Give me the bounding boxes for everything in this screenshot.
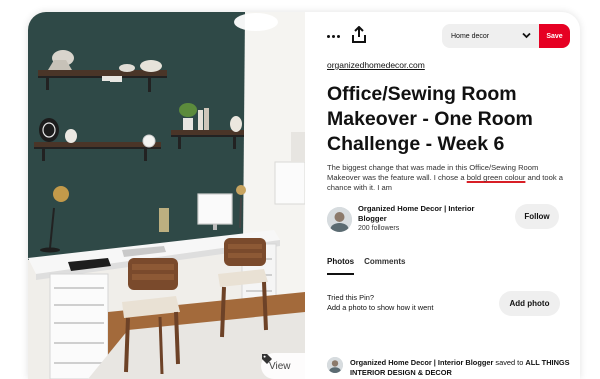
more-options-icon[interactable] — [327, 28, 341, 44]
pin-toolbar: Home decor Save — [305, 24, 580, 48]
pin-description: The biggest change that was made in this… — [327, 163, 563, 194]
pin-image[interactable]: View — [28, 12, 305, 379]
follow-button[interactable]: Follow — [515, 204, 559, 229]
add-photo-button[interactable]: Add photo — [499, 291, 560, 316]
board-select-value: Home decor — [451, 32, 490, 40]
save-activity: Organized Home Decor | Interior Blogger … — [327, 357, 577, 379]
pin-card: View Home decor Save organizedhomedecor.… — [28, 12, 580, 379]
avatar-image — [327, 357, 343, 373]
description-highlight: bold green colour — [466, 173, 526, 183]
activity-avatar[interactable] — [327, 357, 343, 373]
tried-pin-title: Tried this Pin? — [327, 293, 374, 302]
creator-avatar[interactable] — [327, 207, 352, 232]
activity-text: Organized Home Decor | Interior Blogger … — [350, 358, 576, 378]
tab-comments[interactable]: Comments — [364, 257, 405, 273]
chevron-down-icon — [522, 32, 531, 39]
board-select-dropdown[interactable]: Home decor — [442, 24, 539, 48]
office-room-illustration — [28, 12, 305, 379]
pin-tabs: Photos Comments — [327, 257, 405, 275]
follower-count: 200 followers — [358, 225, 400, 232]
save-button[interactable]: Save — [539, 24, 570, 48]
activity-verb: saved to — [493, 358, 526, 367]
share-icon[interactable] — [351, 26, 367, 44]
tried-pin-subtitle: Add a photo to show how it went — [327, 303, 434, 312]
tag-icon — [262, 354, 272, 364]
source-link[interactable]: organizedhomedecor.com — [327, 60, 425, 70]
activity-user[interactable]: Organized Home Decor | Interior Blogger — [350, 358, 493, 367]
avatar-image — [327, 207, 352, 232]
tab-photos[interactable]: Photos — [327, 257, 355, 275]
creator-name[interactable]: Organized Home Decor | Interior Blogger — [358, 204, 486, 224]
pin-title: Office/Sewing Room Makeover - One Room C… — [327, 83, 533, 155]
creator-row: Organized Home Decor | Interior Blogger … — [327, 204, 577, 238]
visit-site-button[interactable]: View — [261, 353, 305, 379]
pin-details-panel: Home decor Save organizedhomedecor.com O… — [305, 12, 580, 379]
